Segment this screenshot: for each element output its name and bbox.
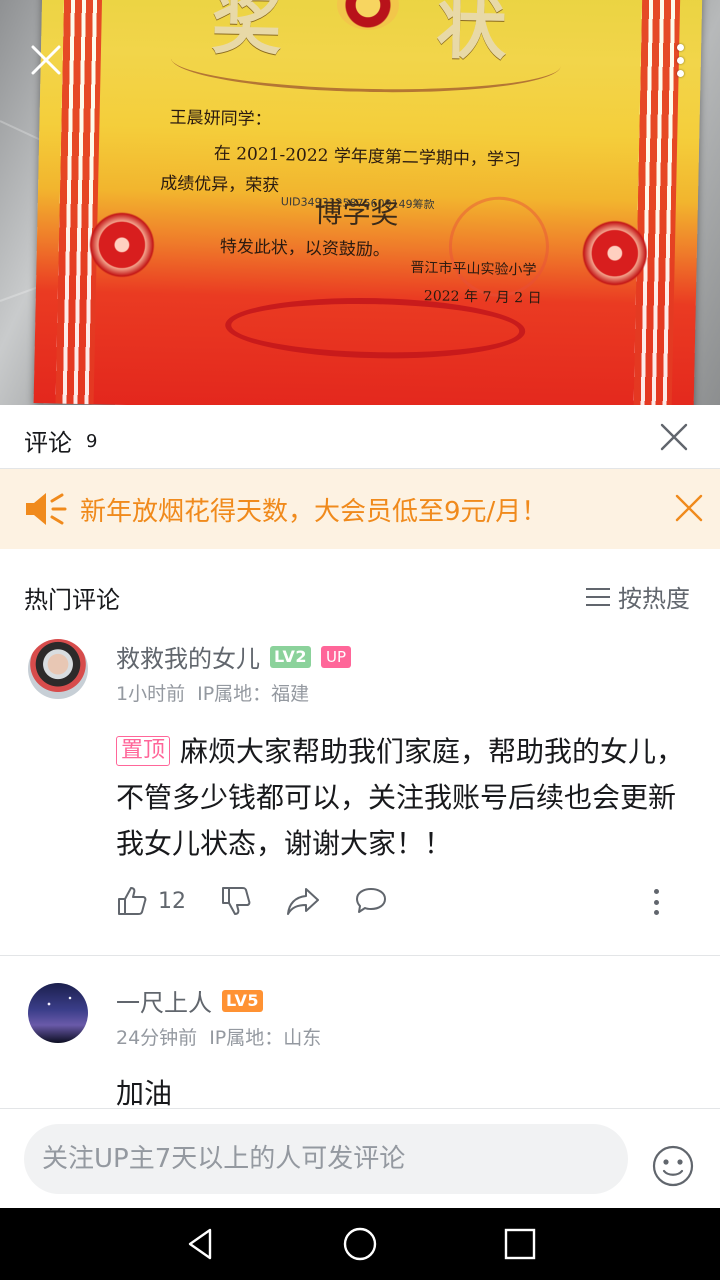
certificate-line: 在 2021-2022 学年度第二学期中，学习 bbox=[213, 143, 522, 171]
share-button[interactable] bbox=[286, 885, 320, 917]
thumbs-down-icon bbox=[222, 887, 251, 915]
panel-title: 评论 bbox=[24, 429, 72, 457]
certificate-ornament bbox=[170, 27, 562, 97]
dot bbox=[676, 69, 684, 77]
ip-location: IP属地：福建 bbox=[197, 683, 310, 705]
post-image[interactable]: 奖 状 王晨妍同学： 在 2021-2022 学年度第二学期中，学习 成绩优异，… bbox=[0, 0, 720, 405]
comment-time: 1小时前 bbox=[116, 683, 186, 705]
username[interactable]: 一尺上人 bbox=[116, 983, 212, 1018]
comment-input[interactable] bbox=[24, 1124, 628, 1194]
ip-location: IP属地：山东 bbox=[209, 1027, 322, 1049]
close-icon[interactable] bbox=[656, 419, 692, 455]
level-badge: LV2 bbox=[270, 645, 312, 668]
level-badge: LV5 bbox=[222, 989, 264, 1012]
avatar[interactable] bbox=[28, 639, 88, 699]
pinned-tag: 置顶 bbox=[116, 736, 171, 766]
divider bbox=[0, 955, 720, 956]
share-icon bbox=[287, 888, 319, 915]
comment-item: 一尺上人 LV5 24分钟前 IP属地：山东 加油 bbox=[0, 979, 720, 1110]
comment-count: 9 bbox=[86, 431, 98, 452]
award-certificate: 奖 状 王晨妍同学： 在 2021-2022 学年度第二学期中，学习 成绩优异，… bbox=[33, 0, 703, 405]
dot bbox=[676, 43, 684, 51]
chat-bubble-icon bbox=[356, 888, 386, 913]
avatar[interactable] bbox=[28, 983, 88, 1043]
thumbs-up-icon bbox=[118, 887, 147, 915]
comment-text: 麻烦大家帮助我们家庭，帮助我的女儿，不管多少钱都可以，关注我账号后续也会更新我女… bbox=[116, 735, 685, 860]
list-icon bbox=[586, 586, 610, 608]
username[interactable]: 救救我的女儿 bbox=[116, 639, 260, 674]
dot bbox=[676, 56, 684, 64]
comment-text-block[interactable]: 置顶 麻烦大家帮助我们家庭，帮助我的女儿，不管多少钱都可以，关注我账号后续也会更新… bbox=[116, 729, 696, 867]
nav-recents-icon[interactable] bbox=[502, 1226, 538, 1262]
vip-promo-banner[interactable]: 新年放烟花得天数，大会员低至9元/月！ bbox=[0, 469, 720, 549]
more-vertical-icon[interactable] bbox=[660, 38, 700, 82]
like-count: 12 bbox=[158, 888, 186, 914]
comment-input-bar bbox=[0, 1108, 720, 1208]
more-vertical-icon[interactable] bbox=[644, 887, 668, 917]
certificate-award-name: 博学奖 bbox=[314, 195, 399, 231]
hot-comments-title: 热门评论 bbox=[24, 586, 120, 614]
nav-home-icon[interactable] bbox=[342, 1226, 378, 1262]
comment-time: 24分钟前 bbox=[116, 1027, 198, 1049]
certificate-line: 成绩优异，荣获 bbox=[159, 173, 280, 197]
certificate-recipient: 王晨妍同学： bbox=[169, 107, 272, 130]
flower-decoration bbox=[81, 204, 163, 286]
close-icon[interactable] bbox=[24, 38, 68, 82]
comment-panel: 评论 9 新年放烟花得天数，大会员低至9元/月！ 热门评论 按热度 救救我的女儿… bbox=[0, 405, 720, 1208]
dislike-button[interactable] bbox=[220, 885, 252, 917]
comment-item: 救救我的女儿 LV2 UP 1小时前 IP属地：福建 置顶 麻烦大家帮助我们家庭，… bbox=[0, 635, 720, 955]
reply-button[interactable] bbox=[354, 885, 388, 917]
certificate-issuer: 晋江市平山实验小学 bbox=[410, 259, 537, 279]
nav-back-icon[interactable] bbox=[182, 1226, 218, 1262]
sort-button[interactable]: 按热度 bbox=[586, 579, 690, 614]
sort-label: 按热度 bbox=[618, 585, 690, 613]
emoji-icon[interactable] bbox=[652, 1145, 694, 1187]
school-seal bbox=[447, 195, 550, 298]
promo-text: 新年放烟花得天数，大会员低至9元/月！ bbox=[80, 497, 548, 527]
national-emblem bbox=[336, 0, 400, 31]
comment-panel-header: 评论 9 bbox=[0, 405, 720, 469]
certificate-line: 特发此状，以资鼓励。 bbox=[219, 236, 391, 261]
like-button[interactable]: 12 bbox=[116, 885, 186, 917]
up-badge: UP bbox=[321, 645, 352, 668]
system-nav-bar bbox=[0, 1208, 720, 1280]
speaker-icon bbox=[26, 493, 67, 525]
comment-screen: { "photo": { "certificate": { "title_lef… bbox=[0, 0, 720, 1280]
close-icon[interactable] bbox=[672, 491, 706, 525]
